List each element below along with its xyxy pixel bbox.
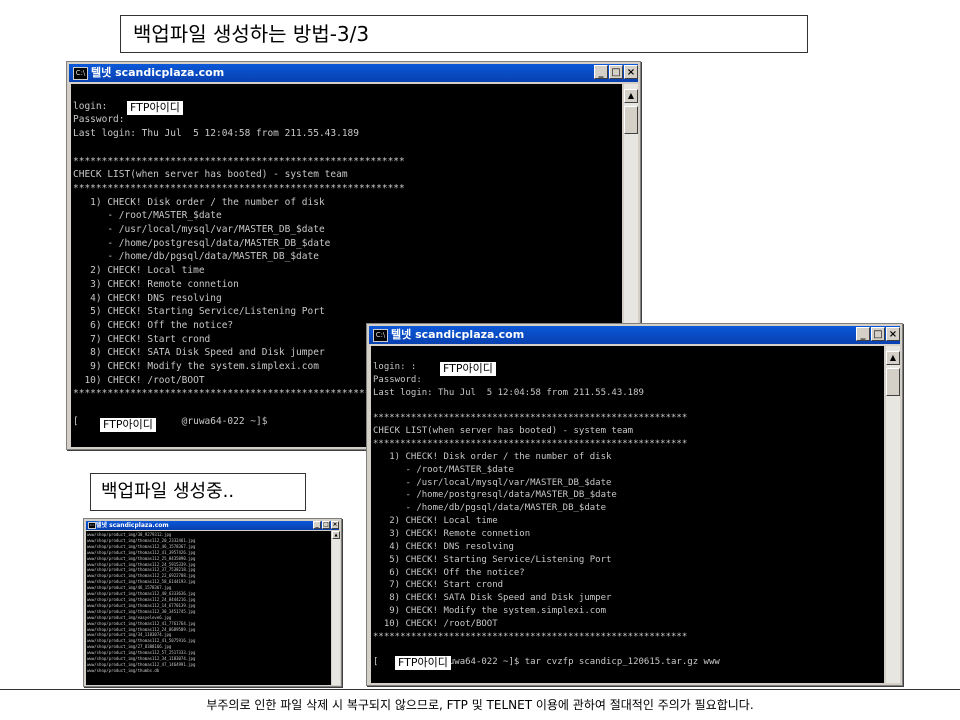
window-title: 텔넷 scandicplaza.com <box>96 522 169 529</box>
ftp-id-mask: FTP아이디 <box>395 656 451 670</box>
ftp-id-mask: FTP아이디 <box>100 418 156 432</box>
close-button[interactable]: × <box>624 65 638 79</box>
ftp-id-mask: FTP아이디 <box>127 101 183 115</box>
console-icon: C:\ <box>88 522 96 529</box>
telnet-window-2[interactable]: C:\ 텔넷 scandicplaza.com _ □ × login: : P… <box>366 323 903 686</box>
telnet-window-3[interactable]: C:\ 텔넷 scandicplaza.com _ □ × www/shop/p… <box>83 518 342 687</box>
console-text: www/shop/product_img/30_9279312.jpg www/s… <box>86 531 331 674</box>
console-output[interactable]: www/shop/product_img/30_9279312.jpg www/s… <box>86 531 331 685</box>
section-label: 백업파일 생성중.. <box>90 473 306 511</box>
warning-notice: 부주의로 인한 파일 삭제 시 복구되지 않으므로, FTP 및 TELNET … <box>0 689 960 720</box>
scroll-thumb[interactable] <box>886 368 900 396</box>
vertical-scrollbar[interactable]: ▲ <box>886 346 900 683</box>
scroll-up-icon[interactable]: ▲ <box>332 531 340 539</box>
window-title: 텔넷 scandicplaza.com <box>391 328 525 341</box>
close-button[interactable]: × <box>331 521 339 529</box>
maximize-button[interactable]: □ <box>609 65 623 79</box>
console-icon: C:\ <box>73 67 88 80</box>
window-titlebar[interactable]: C:\ 텔넷 scandicplaza.com _ □ × <box>69 64 638 82</box>
vertical-scrollbar[interactable]: ▲ <box>332 531 340 685</box>
maximize-button[interactable]: □ <box>871 327 885 341</box>
scroll-up-icon[interactable]: ▲ <box>624 89 638 103</box>
maximize-button[interactable]: □ <box>322 521 330 529</box>
scroll-thumb[interactable] <box>624 106 638 134</box>
console-text: login: : Password: Last login: Thu Jul 5… <box>373 362 720 668</box>
ftp-id-mask: FTP아이디 <box>440 362 496 376</box>
close-button[interactable]: × <box>886 327 900 341</box>
window-titlebar[interactable]: C:\ 텔넷 scandicplaza.com _ □ × <box>369 326 900 344</box>
slide-title: 백업파일 생성하는 방법-3/3 <box>120 15 808 53</box>
console-output[interactable]: login: : Password: Last login: Thu Jul 5… <box>371 346 884 683</box>
window-title: 텔넷 scandicplaza.com <box>91 66 225 79</box>
scroll-up-icon[interactable]: ▲ <box>886 351 900 365</box>
window-titlebar[interactable]: C:\ 텔넷 scandicplaza.com _ □ × <box>86 521 339 530</box>
minimize-button[interactable]: _ <box>856 327 870 341</box>
minimize-button[interactable]: _ <box>594 65 608 79</box>
minimize-button[interactable]: _ <box>313 521 321 529</box>
console-line: www/shop/product_img/thumbs.db <box>87 667 160 673</box>
console-icon: C:\ <box>373 329 388 342</box>
